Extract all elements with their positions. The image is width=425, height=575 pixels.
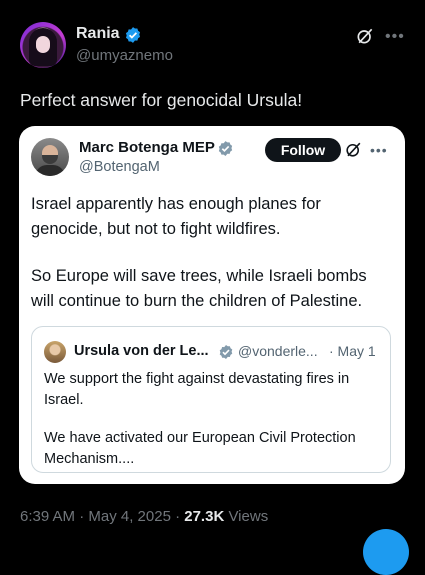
verified-badge-icon — [125, 27, 141, 43]
grok-icon[interactable] — [344, 140, 363, 159]
inner-text-line: Israel. — [44, 392, 84, 408]
post-metadata: 6:39 AM · May 4, 2025 · 27.3K Views — [20, 508, 268, 525]
quoted-text-line: Israel apparently has enough planes for — [31, 195, 321, 213]
quoted-post-card[interactable]: Marc Botenga MEP @BotengaM Follow ••• Is… — [19, 126, 405, 484]
grok-icon[interactable] — [355, 26, 375, 46]
post-text: Perfect answer for genocidal Ursula! — [20, 90, 303, 110]
views-count: 27.3K — [184, 508, 225, 525]
quoted-text-line: genocide, but not to fight wildfires. — [31, 220, 281, 238]
inner-author-name[interactable]: Ursula von der Le... — [74, 343, 209, 359]
post-timestamp[interactable]: 6:39 AM · May 4, 2025 · — [20, 508, 184, 525]
inner-author-avatar[interactable] — [44, 341, 66, 363]
more-options-icon[interactable]: ••• — [370, 143, 388, 157]
verified-badge-icon — [218, 141, 233, 156]
quoted-author-name[interactable]: Marc Botenga MEP — [79, 139, 215, 156]
inner-text-line: We support the fight against devastating… — [44, 371, 350, 387]
follow-button[interactable]: Follow — [265, 138, 341, 162]
inner-author-handle[interactable]: @vonderle... — [238, 343, 318, 359]
avatar-face — [36, 36, 50, 53]
verified-badge-icon — [219, 345, 233, 359]
quoted-text-line: So Europe will save trees, while Israeli… — [31, 267, 367, 285]
quoted-author-handle[interactable]: @BotengaM — [79, 159, 160, 175]
author-avatar[interactable] — [20, 22, 66, 68]
author-handle[interactable]: @umyaznemo — [76, 47, 173, 64]
inner-quoted-post[interactable]: Ursula von der Le... @vonderle... · May … — [31, 326, 391, 473]
quoted-text-line: will continue to burn the children of Pa… — [31, 292, 363, 310]
inner-post-date[interactable]: · May 1 — [329, 343, 376, 359]
quoted-author-avatar[interactable] — [31, 138, 69, 176]
inner-text-line: We have activated our European Civil Pro… — [44, 430, 356, 446]
views-label: Views — [224, 508, 269, 525]
avatar-beard — [42, 155, 58, 164]
inner-text-line: Mechanism.... — [44, 451, 135, 467]
compose-button[interactable] — [363, 529, 409, 575]
more-options-icon[interactable]: ••• — [385, 29, 405, 45]
author-name[interactable]: Rania — [76, 25, 120, 43]
avatar-body — [35, 165, 65, 176]
